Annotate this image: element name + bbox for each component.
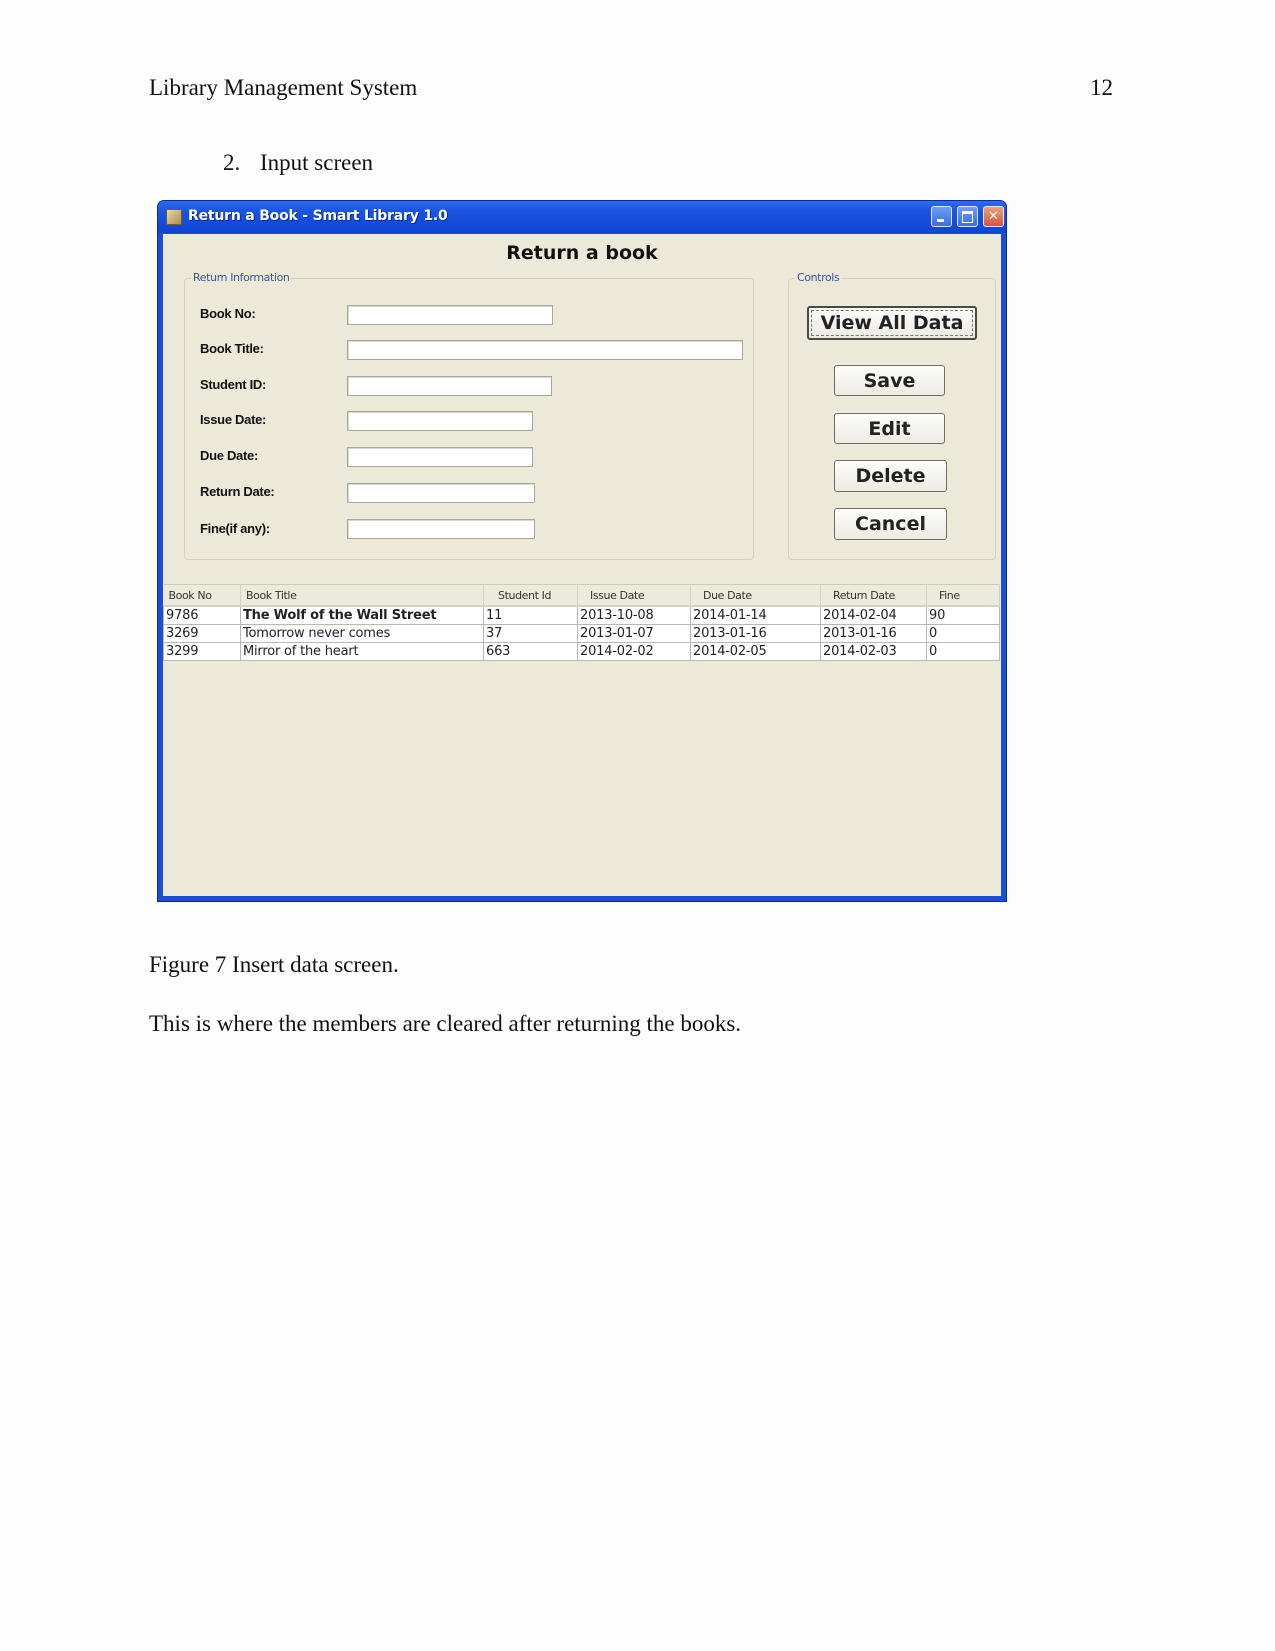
- cell-fine[interactable]: 0: [926, 642, 1000, 661]
- cell-fine[interactable]: 90: [926, 605, 1000, 625]
- section-title: Input screen: [260, 150, 374, 175]
- issue-date-label: Issue Date:: [200, 412, 267, 427]
- due-date-input[interactable]: [347, 447, 533, 467]
- records-table-area: Book No Book Title Student Id Issue Date…: [163, 584, 1001, 896]
- title-bar[interactable]: Return a Book - Smart Library 1.0 ✕: [158, 201, 1006, 233]
- close-icon: ✕: [988, 209, 999, 224]
- page-number: 12: [1090, 75, 1113, 100]
- java-app-icon: [166, 209, 182, 225]
- save-button[interactable]: Save: [834, 365, 945, 396]
- book-title-input[interactable]: [347, 340, 743, 360]
- minimize-icon: [932, 207, 951, 226]
- column-header-due-date[interactable]: Due Date: [690, 584, 821, 607]
- controls-group: Controls View All Data Save Edit Delete …: [788, 271, 996, 560]
- table-row[interactable]: 3269 Tomorrow never comes 37 2013-01-07 …: [163, 624, 1000, 643]
- table-row[interactable]: 3299 Mirror of the heart 663 2014-02-02 …: [163, 642, 1000, 661]
- cell-book-title[interactable]: The Wolf of the Wall Street: [240, 605, 484, 625]
- cell-return-date[interactable]: 2014-02-03: [820, 642, 927, 661]
- window-title: Return a Book - Smart Library 1.0: [188, 208, 448, 224]
- due-date-label: Due Date:: [200, 448, 258, 463]
- figure-caption: Figure 7 Insert data screen.: [149, 952, 399, 977]
- return-date-input[interactable]: [347, 483, 535, 503]
- records-table: Book No Book Title Student Id Issue Date…: [163, 584, 1000, 661]
- column-header-fine[interactable]: Fine: [926, 584, 1000, 607]
- cancel-button[interactable]: Cancel: [834, 508, 947, 540]
- delete-button[interactable]: Delete: [834, 460, 947, 492]
- form-title: Return a book: [506, 242, 658, 264]
- cell-fine[interactable]: 0: [926, 624, 1000, 643]
- return-information-legend: Return Information: [191, 271, 292, 284]
- column-header-book-no[interactable]: Book No: [163, 584, 241, 607]
- controls-legend: Controls: [795, 271, 842, 284]
- cell-return-date[interactable]: 2014-02-04: [820, 605, 927, 625]
- fine-label: Fine(if any):: [200, 521, 270, 536]
- minimize-button[interactable]: [931, 206, 952, 227]
- edit-button[interactable]: Edit: [834, 413, 945, 444]
- cell-book-no[interactable]: 9786: [163, 605, 241, 625]
- cell-issue-date[interactable]: 2014-02-02: [577, 642, 691, 661]
- book-no-label: Book No:: [200, 306, 256, 321]
- close-button[interactable]: ✕: [983, 206, 1004, 227]
- column-header-return-date[interactable]: Return Date: [820, 584, 927, 607]
- return-date-label: Return Date:: [200, 484, 275, 499]
- book-title-label: Book Title:: [200, 341, 264, 356]
- cell-student-id[interactable]: 37: [483, 624, 578, 643]
- body-paragraph: This is where the members are cleared af…: [149, 1011, 742, 1036]
- section-heading: 2. Input screen: [223, 150, 373, 176]
- cell-student-id[interactable]: 11: [483, 605, 578, 625]
- maximize-button[interactable]: [957, 206, 978, 227]
- fine-input[interactable]: [347, 519, 535, 539]
- cell-due-date[interactable]: 2014-01-14: [690, 605, 821, 625]
- view-all-data-button[interactable]: View All Data: [807, 306, 977, 340]
- column-header-book-title[interactable]: Book Title: [240, 584, 484, 607]
- cell-book-no[interactable]: 3299: [163, 642, 241, 661]
- table-row[interactable]: 9786 The Wolf of the Wall Street 11 2013…: [163, 605, 1000, 625]
- maximize-icon: [958, 207, 977, 226]
- running-head: Library Management System: [149, 75, 418, 100]
- cell-return-date[interactable]: 2013-01-16: [820, 624, 927, 643]
- cell-book-no[interactable]: 3269: [163, 624, 241, 643]
- window-client-area: Return a book Return Information Book No…: [163, 234, 1001, 896]
- cell-due-date[interactable]: 2014-02-05: [690, 642, 821, 661]
- cell-issue-date[interactable]: 2013-01-07: [577, 624, 691, 643]
- column-header-issue-date[interactable]: Issue Date: [577, 584, 691, 607]
- student-id-input[interactable]: [347, 376, 552, 396]
- cell-due-date[interactable]: 2013-01-16: [690, 624, 821, 643]
- cell-book-title[interactable]: Mirror of the heart: [240, 642, 484, 661]
- issue-date-input[interactable]: [347, 411, 533, 431]
- book-no-input[interactable]: [347, 305, 553, 325]
- return-information-group: Return Information Book No: Book Title: …: [184, 271, 754, 560]
- cell-issue-date[interactable]: 2013-10-08: [577, 605, 691, 625]
- app-window-screenshot: Return a Book - Smart Library 1.0 ✕ Retu…: [158, 201, 1006, 901]
- section-number: 2.: [223, 150, 241, 175]
- table-header-row: Book No Book Title Student Id Issue Date…: [163, 584, 1000, 607]
- student-id-label: Student ID:: [200, 377, 267, 392]
- column-header-student-id[interactable]: Student Id: [483, 584, 578, 607]
- cell-book-title[interactable]: Tomorrow never comes: [240, 624, 484, 643]
- cell-student-id[interactable]: 663: [483, 642, 578, 661]
